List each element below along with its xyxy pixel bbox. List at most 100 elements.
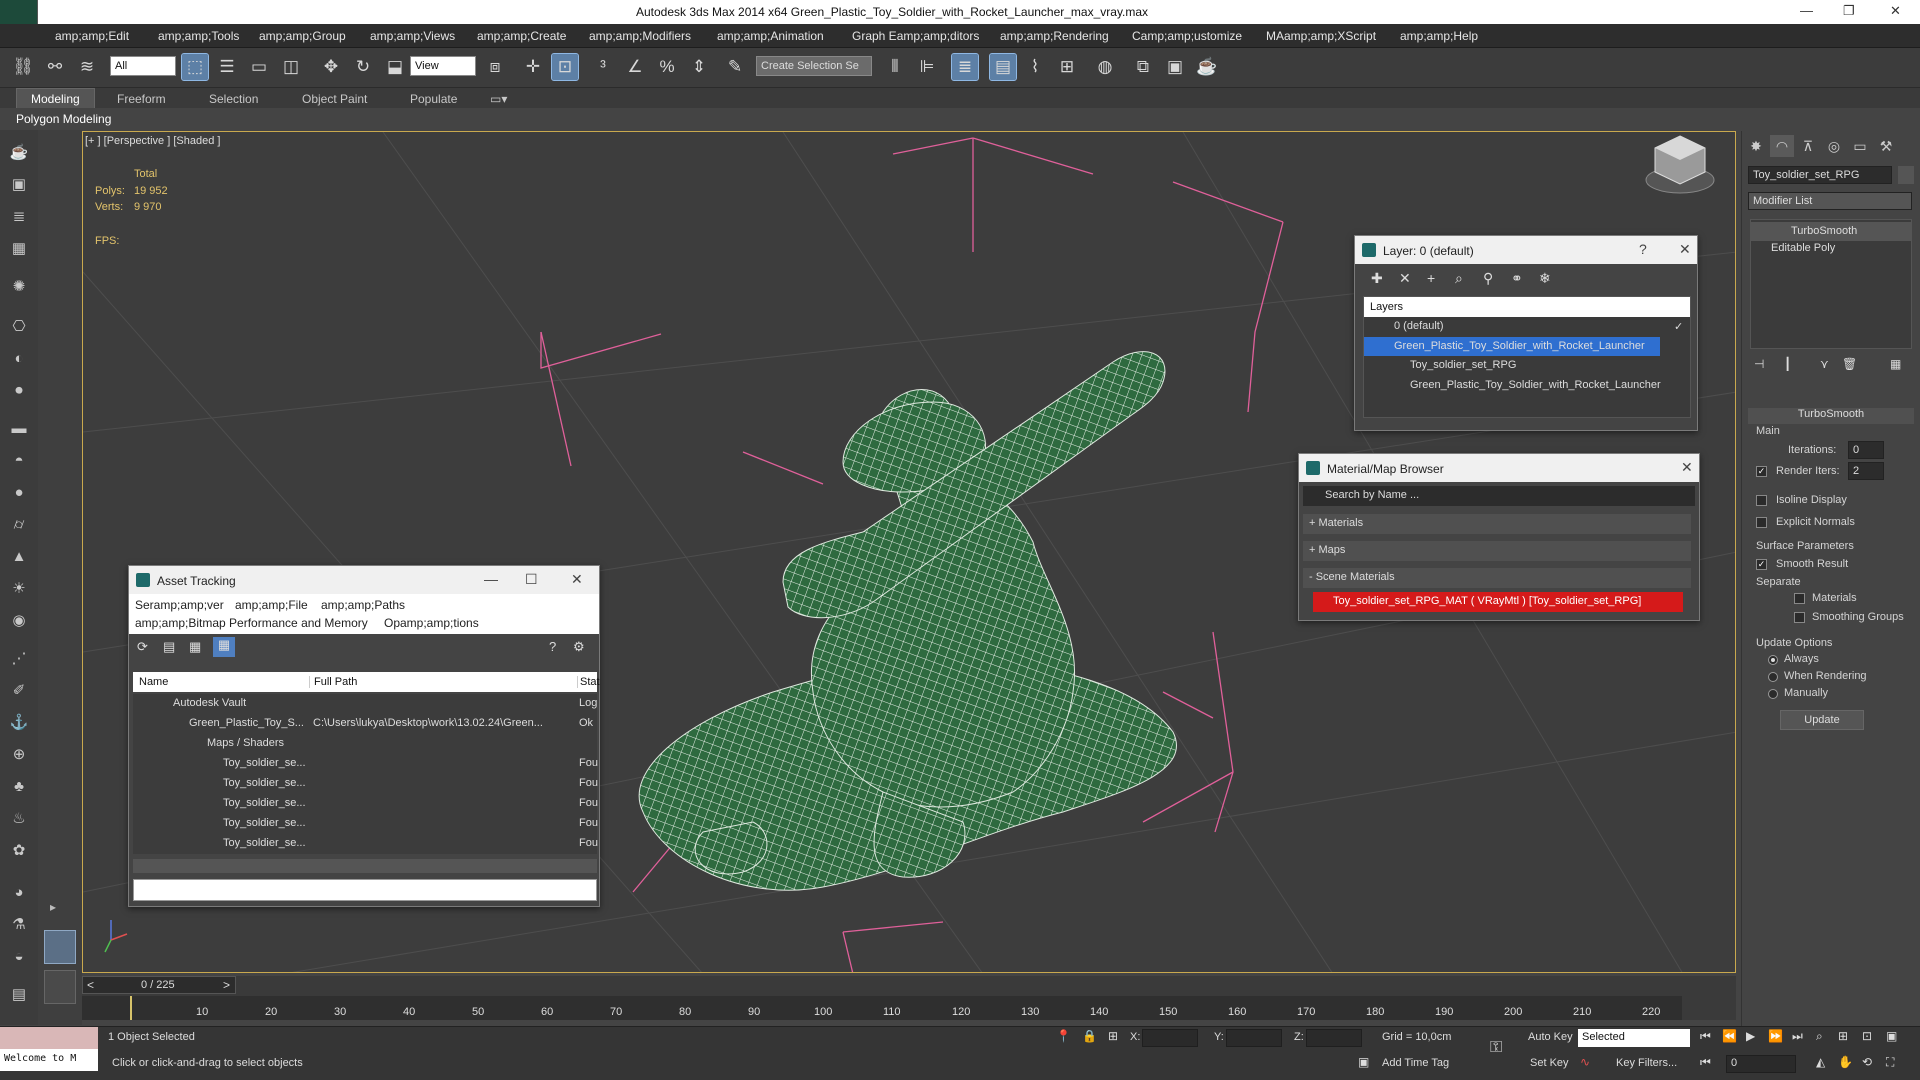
time-slider[interactable]: < 0 / 225 > <box>82 976 236 994</box>
help-icon[interactable]: ? <box>1639 241 1647 257</box>
viewport-layout-quad-icon[interactable] <box>44 970 76 1004</box>
time-marker[interactable] <box>130 996 132 1020</box>
polygon-modeling-label[interactable]: Polygon Modeling <box>16 112 111 126</box>
window-crossing-icon[interactable]: ◫ <box>278 54 304 80</box>
settings-icon[interactable]: ⚙ <box>573 639 585 655</box>
menu-views[interactable]: amp;amp;Views <box>370 29 455 43</box>
layer-manager-icon[interactable]: ≣ <box>951 53 979 81</box>
col-full-path[interactable]: Full Path <box>309 676 357 688</box>
swirl-icon[interactable]: ✿ <box>7 840 31 862</box>
layer-row[interactable]: Green_Plastic_Toy_Soldier_with_Rocket_La… <box>1364 376 1690 395</box>
menu-maxscript[interactable]: MAamp;amp;XScript <box>1266 29 1376 43</box>
camera-icon[interactable]: ⎔ <box>7 316 31 338</box>
select-by-name-icon[interactable]: ☰ <box>214 54 240 80</box>
help-icon[interactable]: ? <box>549 639 556 654</box>
expand-arrow-icon[interactable]: ▸ <box>50 900 56 914</box>
viewport-label[interactable]: [+ ] [Perspective ] [Shaded ] <box>85 135 220 147</box>
material-browser-header[interactable]: Material/Map Browser ✕ <box>1299 454 1699 482</box>
cone-icon[interactable]: ▲ <box>7 546 31 568</box>
goto-end-icon[interactable]: ⏭ <box>1792 1029 1803 1044</box>
new-layer-icon[interactable]: ✚ <box>1371 270 1383 287</box>
minimize-icon[interactable]: — <box>484 571 498 587</box>
table-row[interactable]: Toy_soldier_se... Fou <box>133 774 598 793</box>
next-frame-icon[interactable]: > <box>223 978 230 992</box>
explicit-normals-checkbox[interactable] <box>1756 517 1767 528</box>
configure-sets-icon[interactable]: ▦ <box>1890 357 1901 371</box>
mirror-icon[interactable]: ⫴ <box>882 54 908 80</box>
fov-icon[interactable]: ◭ <box>1816 1055 1825 1069</box>
display-tab-icon[interactable]: ▭ <box>1848 135 1872 157</box>
lock-icon[interactable]: 🔒 <box>1082 1029 1097 1043</box>
tab-object-paint[interactable]: Object Paint <box>302 92 367 106</box>
col-name[interactable]: Name <box>139 676 168 688</box>
zoom-all-icon[interactable]: ⊞ <box>1838 1029 1848 1043</box>
zoom-extents-all-icon[interactable]: ▣ <box>1886 1029 1897 1043</box>
spin-icon[interactable]: ◐ <box>7 348 31 370</box>
asset-scrollbar[interactable] <box>133 859 597 873</box>
section-scene-materials[interactable]: - Scene Materials <box>1303 568 1691 588</box>
orb-icon[interactable]: ◉ <box>7 610 31 632</box>
prev-frame-icon[interactable]: < <box>87 978 94 992</box>
edit-named-sets-icon[interactable]: ✎ <box>722 54 748 80</box>
track-bar[interactable]: 10 20 30 40 50 60 70 80 90 100 110 120 1… <box>82 996 1682 1020</box>
close-icon[interactable]: ✕ <box>1679 241 1691 258</box>
table-row[interactable]: Toy_soldier_se... Fou <box>133 754 598 773</box>
select-object-icon[interactable]: ⬚ <box>181 53 209 81</box>
highlight-layer-icon[interactable]: ⚲ <box>1483 270 1493 287</box>
ribbon-icon[interactable]: ▤ <box>989 53 1017 81</box>
hair-icon[interactable]: ⋰ <box>7 648 31 670</box>
select-manipulate-icon[interactable]: ✛ <box>520 54 546 80</box>
rect-selection-icon[interactable]: ▭ <box>246 54 272 80</box>
delete-layer-icon[interactable]: ✕ <box>1399 270 1411 287</box>
menu-rendering[interactable]: amp;amp;Rendering <box>1000 29 1109 43</box>
asset-path-field[interactable] <box>133 879 597 901</box>
orbit-icon[interactable]: ⟲ <box>1862 1055 1872 1069</box>
maximize-viewport-icon[interactable]: ⛶ <box>1886 1055 1894 1070</box>
reference-coord-dropdown[interactable]: View <box>410 56 476 76</box>
grid-icon[interactable]: ▦ <box>7 238 31 260</box>
menu-help[interactable]: amp;amp;Help <box>1400 29 1478 43</box>
key-mode-toggle-icon[interactable]: ⏮ <box>1700 1055 1711 1070</box>
welcome-field[interactable]: Welcome to M <box>0 1049 98 1071</box>
key-icon[interactable]: ⚿ <box>1490 1039 1502 1057</box>
close-icon[interactable]: ✕ <box>1890 3 1901 19</box>
zoom-icon[interactable]: ⌕ <box>1816 1029 1823 1044</box>
plant-icon[interactable]: ♣ <box>7 776 31 798</box>
grid-view-icon[interactable]: ▦ <box>213 637 235 657</box>
turbosmooth-rollout[interactable]: TurboSmooth <box>1748 408 1914 424</box>
curve-editor-icon[interactable]: ⌇ <box>1022 54 1048 80</box>
time-tag-icon[interactable]: ▣ <box>1358 1055 1369 1069</box>
tab-freeform[interactable]: Freeform <box>117 92 166 106</box>
show-end-result-icon[interactable]: ┃ <box>1784 357 1791 371</box>
table-row[interactable]: Autodesk Vault Log <box>133 694 597 713</box>
pivot-icon[interactable]: ⧈ <box>482 54 508 80</box>
smooth-result-checkbox[interactable]: ✓ <box>1756 559 1767 570</box>
toy-soldier-model[interactable] <box>638 351 1177 891</box>
teapot-icon[interactable]: ☕ <box>7 142 31 164</box>
drop-icon[interactable]: ◒ <box>7 946 31 968</box>
menu-group[interactable]: amp;amp;Group <box>259 29 346 43</box>
section-materials[interactable]: + Materials <box>1303 514 1691 534</box>
table-row[interactable]: Toy_soldier_se... Fou <box>133 814 598 833</box>
box-icon[interactable]: ▬ <box>7 418 31 440</box>
schematic-view-icon[interactable]: ⊞ <box>1054 54 1080 80</box>
paint-icon[interactable]: ✐ <box>7 680 31 702</box>
iterations-spinner[interactable]: 0 <box>1848 441 1884 459</box>
prev-key-icon[interactable]: ⏪ <box>1722 1029 1737 1043</box>
menu-paths[interactable]: amp;amp;Paths <box>321 598 405 612</box>
scene-material-item[interactable]: Toy_soldier_set_RPG_MAT ( VRayMtl ) [Toy… <box>1313 592 1683 612</box>
material-search-input[interactable]: Search by Name ... <box>1303 486 1695 506</box>
material-editor-icon[interactable]: ◍ <box>1092 54 1118 80</box>
menu-edit[interactable]: amp;amp;Edit <box>55 29 129 43</box>
sphere-icon[interactable]: ● <box>7 482 31 504</box>
make-unique-icon[interactable]: ⋎ <box>1820 357 1829 371</box>
scale-icon[interactable]: ⬓ <box>382 54 408 80</box>
film-icon[interactable]: ⏺ <box>7 380 31 402</box>
modify-tab-icon[interactable]: ◠ <box>1770 135 1794 157</box>
key-mode-dropdown[interactable]: Selected <box>1578 1029 1690 1047</box>
auto-key-button[interactable]: Auto Key <box>1528 1031 1573 1043</box>
motion-tab-icon[interactable]: ◎ <box>1822 135 1846 157</box>
isoline-checkbox[interactable] <box>1756 495 1767 506</box>
pan-icon[interactable]: ✋ <box>1838 1055 1853 1069</box>
menu-create[interactable]: amp;amp;Create <box>477 29 566 43</box>
